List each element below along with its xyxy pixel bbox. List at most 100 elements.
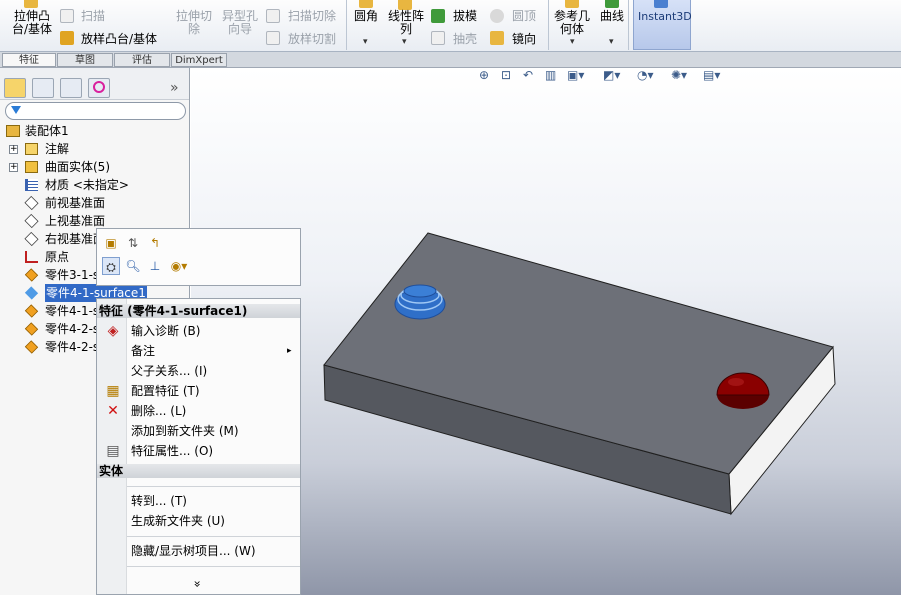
menu-item[interactable]: 转到... (T) bbox=[131, 494, 187, 508]
part-icon bbox=[24, 304, 39, 318]
menu-item[interactable]: 特征属性... (O) bbox=[131, 444, 213, 458]
dome-icon bbox=[490, 9, 504, 23]
tree-root-assembly[interactable]: 装配体1 bbox=[0, 122, 189, 140]
tab-features[interactable]: 特征 bbox=[2, 53, 56, 67]
mirror-icon bbox=[490, 31, 504, 45]
part-icon bbox=[24, 286, 39, 300]
ribbon-separator bbox=[548, 0, 549, 50]
mirror-button[interactable]: 镜向 bbox=[512, 33, 536, 46]
instant3d-label: Instant3D bbox=[638, 10, 692, 23]
dome-button[interactable]: 圆顶 bbox=[512, 10, 536, 23]
reference-geometry-label-2: 何体 bbox=[559, 22, 584, 36]
tree-root-label: 装配体1 bbox=[25, 124, 69, 138]
context-menu: 特征 (零件4-1-surface1) 输入诊断 (B) ◈ 备注 ▸ 父子关系... … bbox=[96, 298, 301, 595]
configure-icon: ▦ bbox=[106, 383, 120, 399]
extrude-boss-label-2: 台/基体 bbox=[11, 22, 53, 36]
rebuild-order-icon[interactable]: ⇅ bbox=[124, 234, 142, 252]
menu-item[interactable]: 配置特征 (T) bbox=[131, 384, 200, 398]
hole-wizard-label-2: 向导 bbox=[227, 22, 252, 36]
tab-evaluate[interactable]: 评估 bbox=[114, 53, 170, 67]
zoom-to-selection-icon[interactable]: 🔍︎ bbox=[124, 257, 142, 275]
menu-section-feature: 特征 (零件4-1-surface1) bbox=[97, 304, 300, 318]
loft-boss-button[interactable]: 放样凸台/基体 bbox=[81, 33, 157, 46]
hole-wizard-button[interactable]: 异型孔 向导 bbox=[218, 10, 262, 36]
menu-item[interactable]: 备注 bbox=[131, 344, 155, 358]
property-manager-tab[interactable] bbox=[32, 78, 54, 98]
tree-item-label: 零件3-1-s bbox=[45, 268, 100, 282]
sweep-cut-button[interactable]: 扫描切除 bbox=[288, 10, 336, 23]
menu-item[interactable]: 添加到新文件夹 (M) bbox=[131, 424, 239, 438]
linear-pattern-label-2: 列 bbox=[399, 22, 412, 36]
curves-dropdown-icon[interactable]: ▾ bbox=[609, 37, 614, 47]
plane-icon bbox=[24, 213, 39, 229]
reference-geometry-button[interactable]: 参考几 何体 bbox=[552, 10, 592, 36]
menu-item[interactable]: 删除... (L) bbox=[131, 404, 186, 418]
part-icon bbox=[24, 268, 39, 282]
appearance-icon[interactable]: ◉▾ bbox=[170, 257, 188, 275]
ribbon-separator bbox=[628, 0, 629, 50]
tree-item-label: 曲面实体(5) bbox=[45, 160, 110, 174]
menu-separator bbox=[127, 566, 300, 567]
tree-item[interactable]: + 曲面实体(5) bbox=[0, 158, 189, 176]
configuration-manager-tab[interactable] bbox=[60, 78, 82, 98]
sweep-button[interactable]: 扫描 bbox=[81, 10, 105, 23]
tree-item-label: 材质 <未指定> bbox=[45, 178, 129, 192]
part-icon bbox=[24, 322, 39, 336]
loft-cut-button[interactable]: 放样切割 bbox=[288, 33, 336, 46]
filter-icon bbox=[11, 106, 21, 114]
sweep-icon bbox=[60, 9, 74, 23]
tree-item-label: 零件4-2-s bbox=[45, 322, 100, 336]
fillet-icon bbox=[359, 0, 373, 8]
hide-show-icon[interactable]: ⛭ bbox=[102, 257, 120, 275]
tab-sketch[interactable]: 草图 bbox=[57, 53, 113, 67]
tree-item[interactable]: + 注解 bbox=[0, 140, 189, 158]
draft-icon bbox=[431, 9, 445, 23]
menu-item[interactable]: 输入诊断 (B) bbox=[131, 324, 200, 338]
feature-manager-tab[interactable] bbox=[4, 78, 26, 98]
expand-menu-icon[interactable]: » bbox=[191, 580, 205, 587]
extrude-cut-label-2: 除 bbox=[187, 22, 200, 36]
expand-icon[interactable]: + bbox=[9, 163, 18, 172]
menu-item[interactable]: 生成新文件夹 (U) bbox=[131, 514, 225, 528]
curves-icon bbox=[605, 0, 619, 8]
fillet-dropdown-icon[interactable]: ▾ bbox=[363, 37, 368, 47]
dimxpert-manager-tab[interactable] bbox=[88, 78, 110, 98]
origin-icon bbox=[25, 251, 38, 263]
delete-icon: ✕ bbox=[107, 403, 119, 419]
extrude-cut-button[interactable]: 拉伸切 除 bbox=[172, 10, 216, 36]
instant3d-icon bbox=[654, 0, 668, 8]
properties-icon: ▤ bbox=[106, 443, 120, 459]
menu-item[interactable]: 父子关系... (I) bbox=[131, 364, 207, 378]
rollback-icon[interactable]: ↰ bbox=[146, 234, 164, 252]
tree-filter-input[interactable] bbox=[5, 102, 186, 120]
extrude-boss-icon bbox=[24, 0, 38, 8]
tree-item[interactable]: 前视基准面 bbox=[0, 194, 189, 212]
tab-dimxpert[interactable]: DimXpert bbox=[171, 53, 227, 67]
annotation-icon bbox=[25, 143, 38, 155]
loft-cut-icon bbox=[266, 31, 280, 45]
panel-toolbar: » bbox=[0, 68, 189, 100]
reference-geometry-dropdown-icon[interactable]: ▾ bbox=[570, 37, 575, 47]
linear-pattern-dropdown-icon[interactable]: ▾ bbox=[402, 37, 407, 47]
linear-pattern-button[interactable]: 线性阵 列 bbox=[385, 10, 427, 36]
expand-panel-icon[interactable]: » bbox=[170, 80, 179, 96]
curves-button[interactable]: 曲线 bbox=[600, 10, 624, 23]
tree-item[interactable]: 材质 <未指定> bbox=[0, 176, 189, 194]
menu-item[interactable]: 隐藏/显示树项目... (W) bbox=[131, 544, 256, 558]
shell-button[interactable]: 抽壳 bbox=[453, 33, 477, 46]
fillet-button[interactable]: 圆角 bbox=[354, 10, 378, 23]
extrude-boss-button[interactable]: 拉伸凸 台/基体 bbox=[10, 10, 54, 36]
instant3d-button[interactable]: Instant3D bbox=[633, 0, 692, 50]
shell-icon bbox=[431, 31, 445, 45]
tree-item-label: 原点 bbox=[45, 250, 70, 264]
crosshair-icon bbox=[93, 81, 105, 93]
tree-item-label: 零件4-2-s bbox=[45, 340, 100, 354]
command-manager-ribbon: 拉伸凸 台/基体 扫描 放样凸台/基体 拉伸切 除 异型孔 向导 扫描切除 放样… bbox=[0, 0, 901, 52]
menu-section-body: 实体 bbox=[97, 464, 300, 478]
normal-to-icon[interactable]: ⊥ bbox=[146, 257, 164, 275]
expand-icon[interactable]: + bbox=[9, 145, 18, 154]
draft-button[interactable]: 拔模 bbox=[453, 10, 477, 23]
menu-separator bbox=[127, 536, 300, 537]
plane-icon bbox=[24, 195, 39, 211]
edit-part-icon[interactable]: ▣ bbox=[102, 234, 120, 252]
